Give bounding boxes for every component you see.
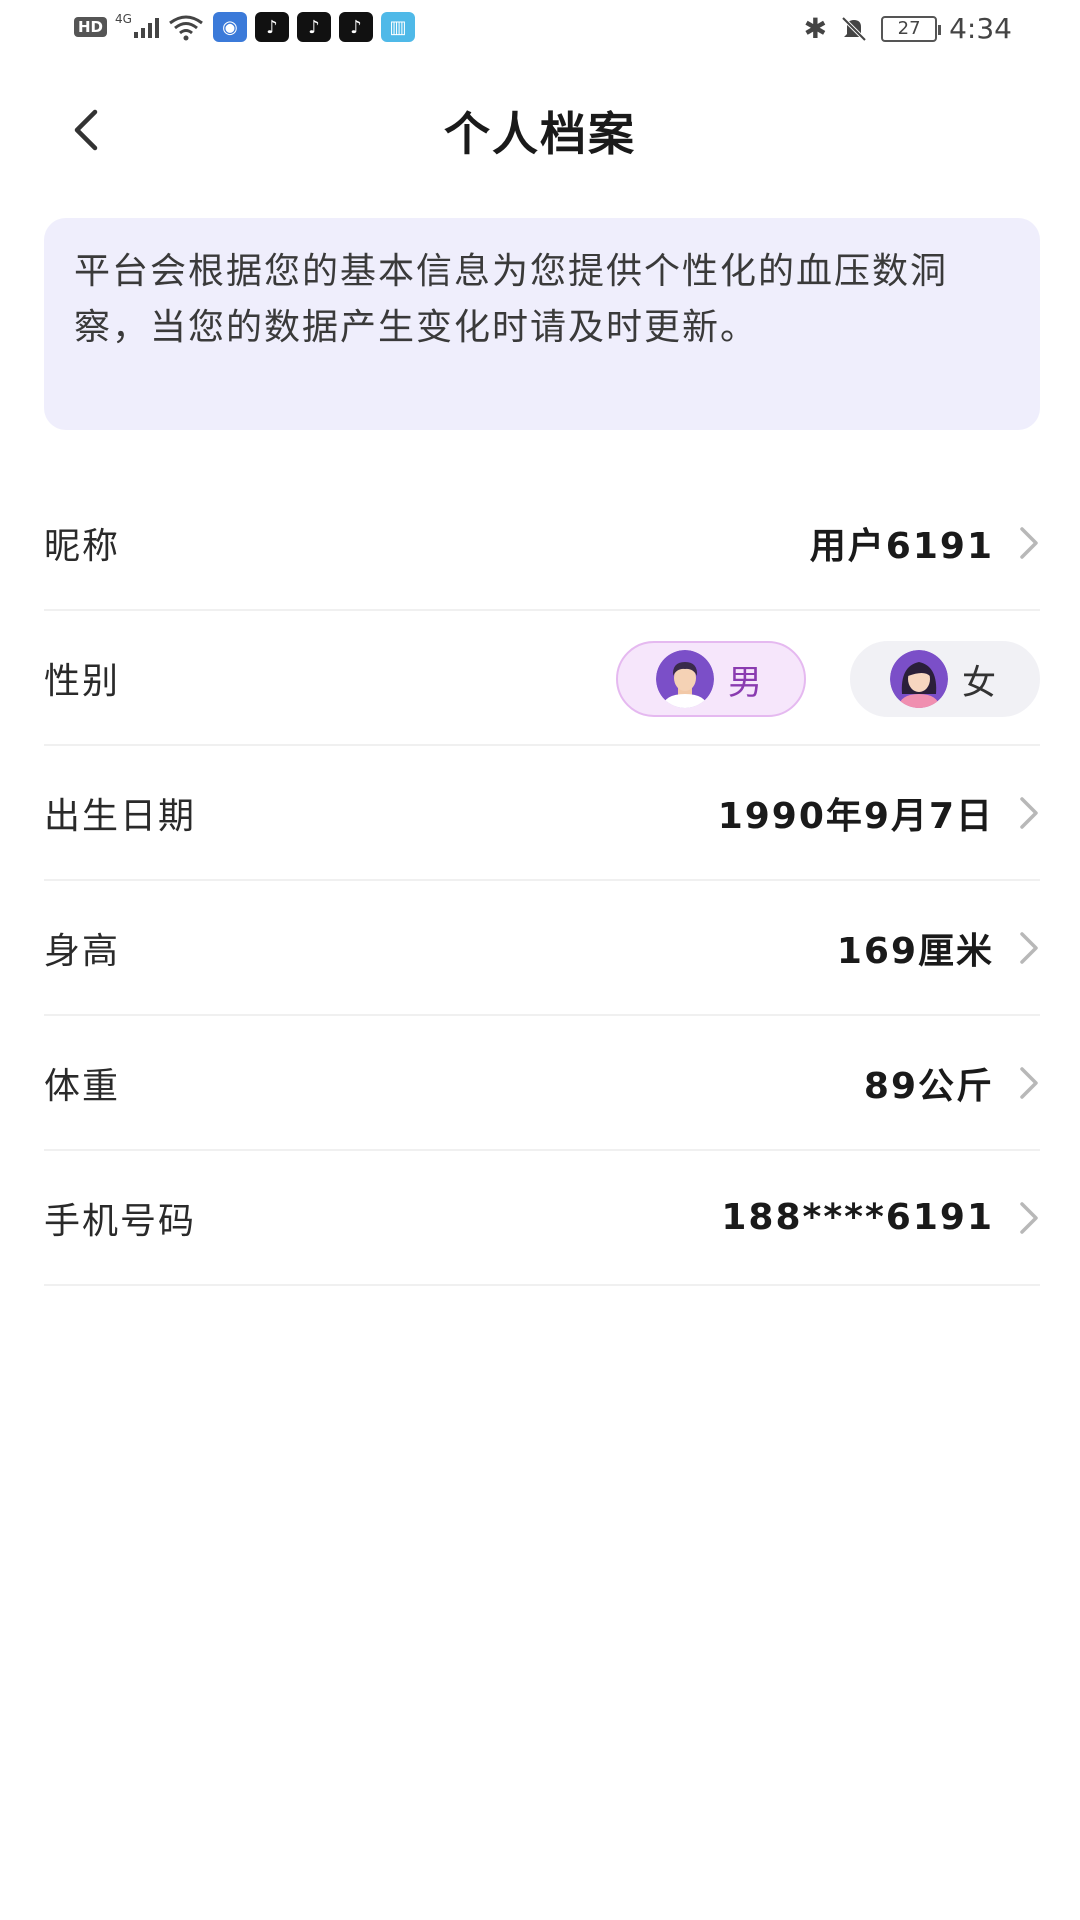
app-icon: ◉	[212, 12, 247, 42]
tiktok-icon: ♪	[254, 12, 289, 42]
info-notice: 平台会根据您的基本信息为您提供个性化的血压数洞察，当您的数据产生变化时请及时更新…	[44, 218, 1040, 430]
chevron-right-icon	[1020, 796, 1038, 829]
row-label: 身高	[44, 930, 121, 972]
chevron-right-icon	[1020, 931, 1038, 964]
gender-male-button[interactable]: 男	[616, 641, 806, 717]
chevron-right-icon	[1020, 1066, 1038, 1099]
row-gender: 性别 男 女	[44, 611, 1040, 746]
row-birthdate[interactable]: 出生日期 1990年9月7日	[44, 746, 1040, 881]
battery-icon: 27	[881, 15, 942, 42]
row-height[interactable]: 身高 169厘米	[44, 881, 1040, 1016]
row-label: 昵称	[44, 525, 121, 567]
birthdate-value: 1990年9月7日	[717, 795, 994, 837]
row-label: 体重	[44, 1065, 121, 1107]
page-title: 个人档案	[444, 107, 636, 161]
tiktok-icon: ♪	[338, 12, 373, 42]
chevron-right-icon	[1020, 526, 1038, 559]
bell-muted-icon	[841, 16, 867, 41]
signal-icon	[133, 16, 159, 38]
chevron-left-icon	[74, 109, 98, 151]
chevron-right-icon	[1020, 1201, 1038, 1234]
bluetooth-icon: ✱	[803, 12, 828, 45]
gender-selector: 男 女	[616, 641, 1040, 717]
profile-list: 昵称 用户6191 性别 男 女 出生日期 1990年9月7日 身高 169厘米…	[44, 476, 1040, 1286]
row-nickname[interactable]: 昵称 用户6191	[44, 476, 1040, 611]
status-left: HD 4G ◉ ♪ ♪ ♪ ▥	[74, 12, 415, 42]
network-type: 4G	[115, 12, 132, 26]
male-avatar-icon	[656, 650, 714, 708]
gender-female-button[interactable]: 女	[850, 641, 1040, 717]
tiktok-icon: ♪	[296, 12, 331, 42]
back-button[interactable]	[58, 98, 114, 162]
book-icon: ▥	[380, 12, 415, 42]
row-label: 出生日期	[44, 795, 197, 837]
status-time: 4:34	[949, 12, 1012, 45]
row-label: 性别	[44, 660, 121, 702]
phone-value: 188****6191	[721, 1197, 994, 1238]
hd-badge: HD	[74, 17, 108, 37]
status-right: ✱ 27 4:34	[804, 12, 1012, 45]
gender-female-label: 女	[962, 662, 996, 703]
female-avatar-icon	[890, 650, 948, 708]
row-weight[interactable]: 体重 89公斤	[44, 1016, 1040, 1151]
height-value: 169厘米	[836, 930, 994, 972]
nickname-value: 用户6191	[809, 525, 994, 567]
gender-male-label: 男	[728, 662, 762, 703]
header: 个人档案	[0, 70, 1080, 190]
status-bar: HD 4G ◉ ♪ ♪ ♪ ▥ ✱ 27 4:34	[0, 0, 1080, 60]
row-label: 手机号码	[44, 1200, 197, 1242]
wifi-icon	[169, 15, 203, 41]
profile-page: HD 4G ◉ ♪ ♪ ♪ ▥ ✱ 27 4:34 个人档案 平台会根据您的基本…	[0, 0, 1080, 1920]
weight-value: 89公斤	[863, 1065, 994, 1107]
row-phone[interactable]: 手机号码 188****6191	[44, 1151, 1040, 1286]
